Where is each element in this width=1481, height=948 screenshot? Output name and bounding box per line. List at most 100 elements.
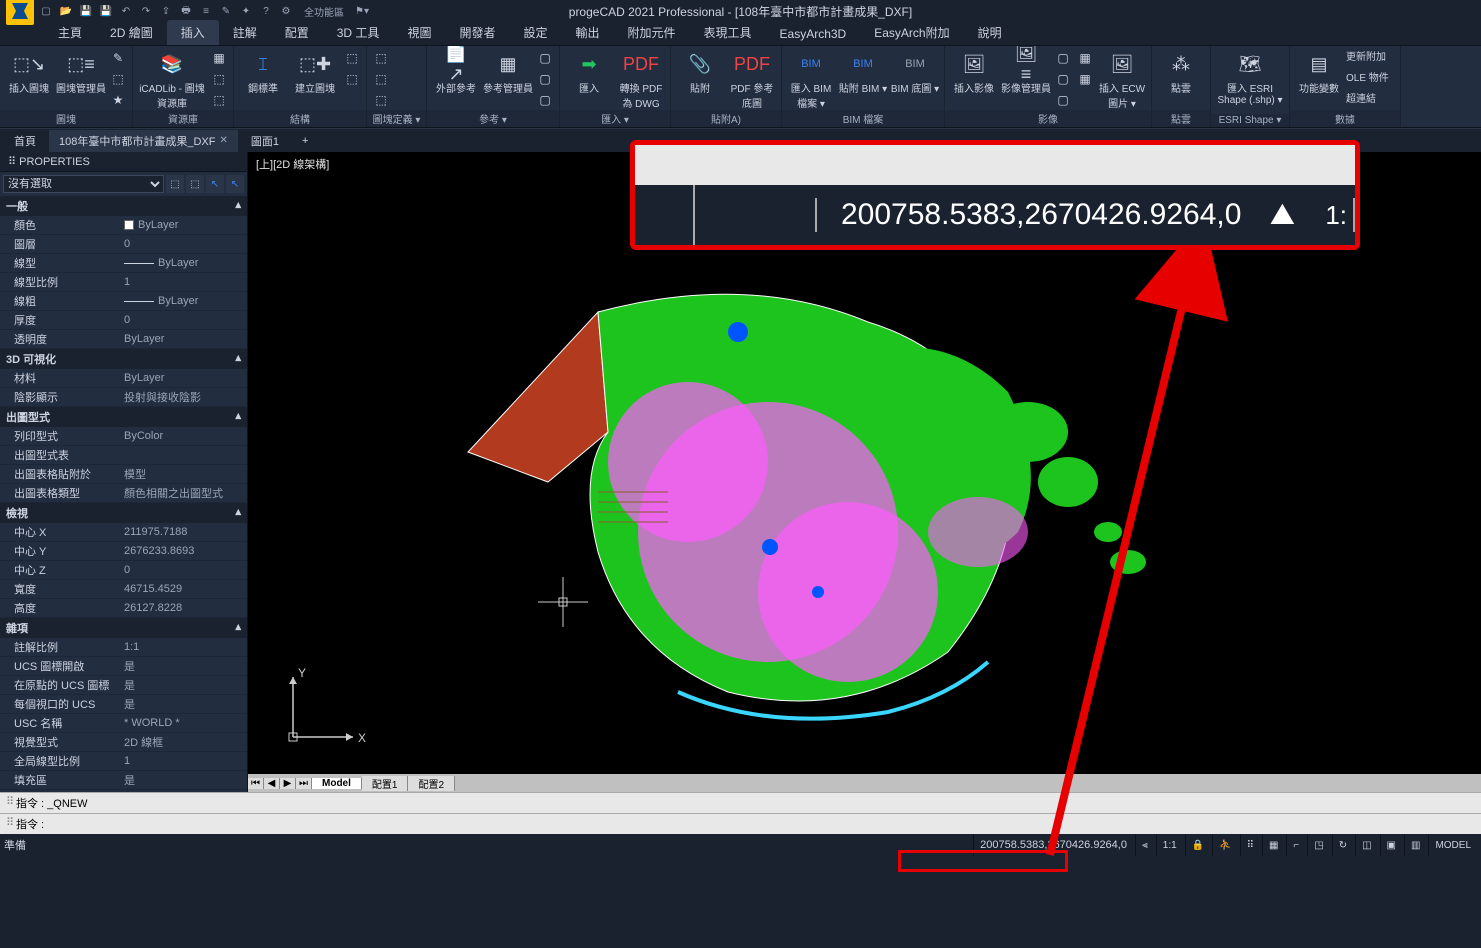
qat-save-icon[interactable]: 💾 [78, 3, 94, 19]
layout-1[interactable]: 配置1 [362, 776, 409, 791]
tab-dev[interactable]: 開發者 [445, 20, 509, 45]
layout-2[interactable]: 配置2 [408, 776, 455, 791]
field-button[interactable]: ▤功能變數 [1294, 48, 1344, 110]
bim-import-button[interactable]: BIM匯入 BIM 檔案 ▾ [786, 48, 836, 110]
doc-tab-add[interactable]: + [292, 132, 319, 150]
ole-button[interactable]: OLE 物件 [1346, 69, 1396, 89]
section-general[interactable]: 一般▴ [0, 196, 247, 216]
status-ucs-icon[interactable]: ⫷ [1135, 834, 1154, 856]
workspace-dropdown[interactable]: 全功能區 [298, 3, 350, 19]
group-title-reference[interactable]: 參考 ▾ [427, 110, 559, 127]
pdf-underlay-button[interactable]: PDFPDF 參考底圖 [727, 48, 777, 110]
ref-small-3[interactable]: ▢ [535, 90, 555, 110]
qat-redo-icon[interactable]: ↷ [138, 3, 154, 19]
img-small-3[interactable]: ▢ [1053, 90, 1073, 110]
qat-undo-icon[interactable]: ↶ [118, 3, 134, 19]
status-cycle-icon[interactable]: ↻ [1332, 834, 1353, 856]
lib-small-1[interactable]: ▦ [209, 48, 229, 68]
selection-dropdown[interactable]: 沒有選取 [3, 175, 164, 193]
img-small-1[interactable]: ▢ [1053, 48, 1073, 68]
qat-gear-icon[interactable]: ⚙ [278, 3, 294, 19]
layout-model[interactable]: Model [312, 778, 362, 789]
qat-help-icon[interactable]: ? [258, 3, 274, 19]
qat-saveall-icon[interactable]: 💾 [98, 3, 114, 19]
status-ortho-icon[interactable]: ⌐ [1286, 834, 1305, 856]
section-plot[interactable]: 出圖型式▴ [0, 407, 247, 427]
doc-tab-drawing[interactable]: 圖面1 [241, 130, 290, 152]
status-scale[interactable]: 1:1 [1156, 834, 1183, 856]
pointcloud-button[interactable]: ⁂點雲 [1156, 48, 1206, 110]
import-button[interactable]: ➡匯入 [564, 48, 614, 110]
section-3dviz[interactable]: 3D 可視化▴ [0, 349, 247, 369]
status-dyn-icon[interactable]: ▥ [1404, 834, 1426, 856]
insert-block-button[interactable]: ⬚↘插入圖塊 [4, 48, 54, 110]
tab-express[interactable]: 表現工具 [690, 20, 766, 45]
doc-tab-home[interactable]: 首頁 [4, 130, 47, 152]
qat-layers-icon[interactable]: ≡ [198, 3, 214, 19]
tab-settings[interactable]: 設定 [509, 20, 561, 45]
img-small-4[interactable]: ▦ [1075, 48, 1095, 68]
insert-image-button[interactable]: 🖼插入影像 [949, 48, 999, 110]
layout-last-icon[interactable]: ⏭ [296, 778, 312, 789]
tab-annotate[interactable]: 註解 [219, 20, 271, 45]
group-title-blockdef[interactable]: 圖塊定義 ▾ [367, 110, 426, 127]
filter-icon[interactable]: ↖ [226, 175, 244, 193]
tab-help[interactable]: 說明 [964, 20, 1016, 45]
ref-small-1[interactable]: ▢ [535, 48, 555, 68]
struct-small-1[interactable]: ⬚ [342, 48, 362, 68]
toggle-pim-icon[interactable]: ⬚ [166, 175, 184, 193]
layout-prev-icon[interactable]: ◀ [264, 778, 280, 789]
qat-flag-icon[interactable]: ⚑▾ [354, 3, 370, 19]
block-small-2[interactable]: ⬚ [108, 69, 128, 89]
status-person-icon[interactable]: ⛹ [1212, 834, 1237, 856]
attach-button[interactable]: 📎貼附 [675, 48, 725, 110]
bim-attach-button[interactable]: BIM貼附 BIM ▾ [838, 48, 888, 110]
create-block-button[interactable]: ⬚✚建立圖塊 [290, 48, 340, 110]
status-grid-icon[interactable]: ▦ [1262, 834, 1284, 856]
def-small-3[interactable]: ⬚ [371, 90, 391, 110]
doc-tab-file[interactable]: 108年臺中市都市計畫成果_DXF✕ [49, 130, 239, 152]
bim-underlay-button[interactable]: BIMBIM 底圖 ▾ [890, 48, 940, 110]
block-manager-button[interactable]: ⬚≡圖塊管理員 [56, 48, 106, 110]
image-manager-button[interactable]: 🖼≡影像管理員 [1001, 48, 1051, 110]
status-model-button[interactable]: MODEL [1428, 834, 1477, 856]
struct-small-2[interactable]: ⬚ [342, 69, 362, 89]
update-attach-button[interactable]: 更新附加 [1346, 48, 1396, 68]
group-title-import[interactable]: 匯入 ▾ [560, 110, 670, 127]
qat-new-icon[interactable]: ▢ [38, 3, 54, 19]
status-dots-icon[interactable]: ⠿ [1240, 834, 1260, 856]
def-small-1[interactable]: ⬚ [371, 48, 391, 68]
status-iso-icon[interactable]: ◳ [1307, 834, 1329, 856]
group-title-esri[interactable]: ESRI Shape ▾ [1211, 114, 1289, 127]
qat-brush-icon[interactable]: ✎ [218, 3, 234, 19]
tab-layout[interactable]: 配置 [271, 20, 323, 45]
ref-small-2[interactable]: ▢ [535, 69, 555, 89]
qat-publish-icon[interactable]: ⇪ [158, 3, 174, 19]
ucs-icon[interactable]: X Y [278, 662, 368, 752]
esri-import-button[interactable]: 🗺匯入 ESRI Shape (.shp) ▾ [1215, 48, 1285, 110]
lib-small-3[interactable]: ⬚ [209, 90, 229, 110]
tab-output[interactable]: 輸出 [561, 20, 613, 45]
block-small-1[interactable]: ✎ [108, 48, 128, 68]
section-view[interactable]: 檢視▴ [0, 503, 247, 523]
qat-open-icon[interactable]: 📂 [58, 3, 74, 19]
block-small-3[interactable]: ★ [108, 90, 128, 110]
img-small-5[interactable]: ▦ [1075, 69, 1095, 89]
tab-view[interactable]: 視圖 [393, 20, 445, 45]
xref-button[interactable]: 📄↗外部參考 [431, 48, 481, 110]
tab-easyarch-extra[interactable]: EasyArch附加 [860, 20, 963, 45]
tab-addons[interactable]: 附加元件 [614, 20, 690, 45]
tab-2d[interactable]: 2D 繪圖 [96, 20, 167, 45]
app-logo[interactable] [6, 0, 34, 25]
qat-point-icon[interactable]: ✦ [238, 3, 254, 19]
close-icon[interactable]: ✕ [219, 135, 227, 146]
def-small-2[interactable]: ⬚ [371, 69, 391, 89]
tab-easyarch3d[interactable]: EasyArch3D [766, 23, 861, 45]
command-window[interactable]: ⠿指令 : _QNEW ⠿指令 : [0, 792, 1481, 834]
icadlib-button[interactable]: 📚iCADLib - 圖塊資源庫 [137, 48, 207, 110]
pdf2dwg-button[interactable]: PDF轉換 PDF 為 DWG [616, 48, 666, 110]
steel-button[interactable]: 𝙸鋼標準 [238, 48, 288, 110]
hyperlink-button[interactable]: 超連結 [1346, 90, 1396, 110]
layout-next-icon[interactable]: ▶ [280, 778, 296, 789]
ref-manager-button[interactable]: ▦參考管理員 [483, 48, 533, 110]
